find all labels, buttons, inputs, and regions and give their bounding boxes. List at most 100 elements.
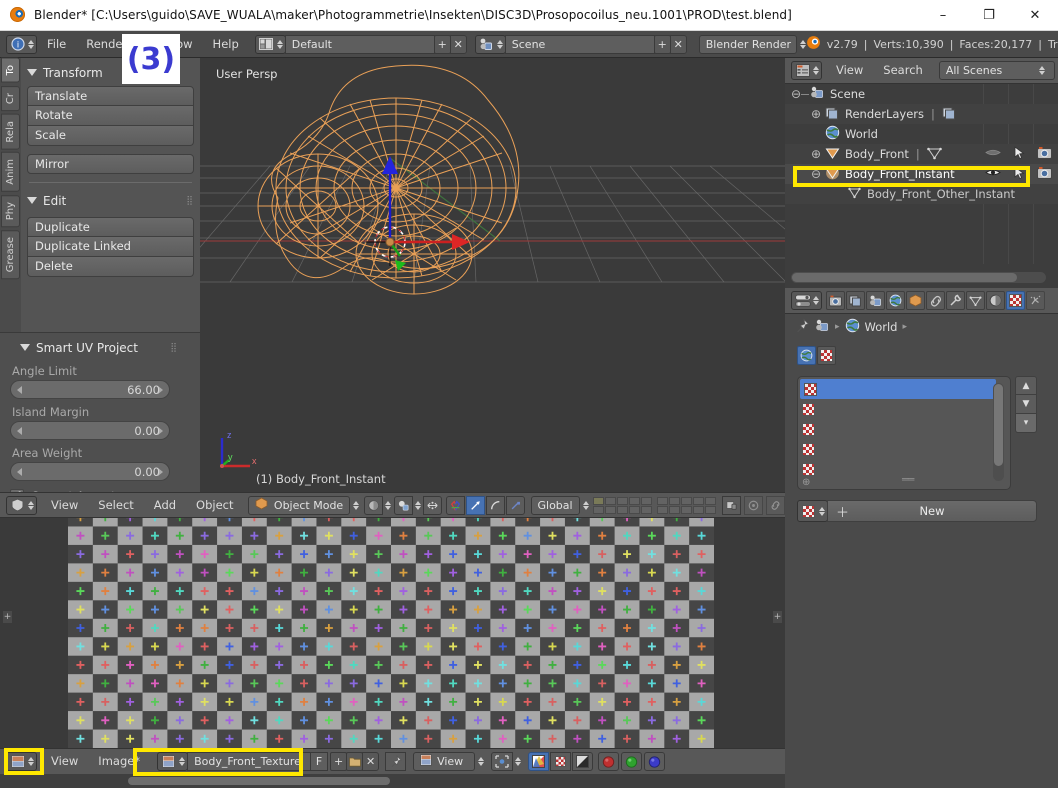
blue-channel-icon[interactable] (644, 752, 666, 771)
restrict-select-icon[interactable] (1014, 165, 1026, 183)
view3d-menu-object[interactable]: Object (186, 492, 243, 519)
render-engine-selector[interactable]: Blender Render (698, 34, 797, 54)
view3d-menu-add[interactable]: Add (144, 492, 186, 519)
display-zbuffer-icon[interactable] (572, 752, 594, 771)
outliner-editor-type-selector[interactable] (791, 61, 822, 80)
sidebar-item-relations[interactable]: Rela (1, 113, 20, 150)
brush-texture-context-icon[interactable] (817, 346, 836, 365)
restrict-view-icon[interactable] (985, 147, 1001, 161)
panel-header-edit[interactable]: Edit ⣿ (27, 190, 194, 211)
manipulator-rotate-icon[interactable] (485, 495, 505, 515)
screen-layout-spinner[interactable] (276, 39, 283, 49)
properties-editor-type-selector[interactable] (791, 291, 822, 310)
decrement-arrow-icon[interactable] (17, 385, 22, 394)
island-margin-slider[interactable]: 0.00 (10, 421, 170, 440)
outliner-display-mode-selector[interactable]: All Scenes (938, 61, 1055, 80)
view3d-menu-view[interactable]: View (41, 492, 88, 519)
viewport-shading-icon[interactable] (363, 495, 383, 515)
uv-image-editor[interactable]: + + (0, 518, 785, 748)
manipulator-translate-icon[interactable] (465, 495, 485, 515)
render-tab-icon[interactable] (826, 291, 845, 310)
mesh-data-icon[interactable] (926, 146, 942, 163)
collapse-toggle-icon[interactable]: ⊖ (791, 87, 801, 101)
object-data-tab-icon[interactable] (966, 291, 985, 310)
menu-file[interactable]: File (37, 31, 76, 58)
screen-layout-name[interactable]: Default (284, 34, 435, 54)
scene-browse[interactable] (474, 34, 506, 54)
mirror-button[interactable]: Mirror (27, 154, 194, 174)
sidebar-item-tools[interactable]: To (1, 58, 20, 83)
display-color-icon[interactable] (528, 752, 550, 771)
texture-slot-list[interactable]: ⊕ ══ (797, 376, 1011, 490)
view3d-menu-select[interactable]: Select (88, 492, 143, 519)
outliner-editor-spinner[interactable] (813, 66, 819, 75)
scale-button[interactable]: Scale (27, 126, 194, 146)
outliner-row-renderlayers[interactable]: ⊕ RenderLayers | (785, 104, 1058, 124)
list-resize-grip-icon[interactable]: ══ (902, 473, 914, 486)
rotate-button[interactable]: Rotate (27, 106, 194, 126)
screen-layout-browse[interactable] (254, 34, 286, 54)
move-slot-down-button[interactable]: ▼ (1015, 395, 1037, 414)
panel-header-smart-uv[interactable]: Smart UV Project ⣿ (10, 337, 192, 358)
uv-menu-image[interactable]: Image* (88, 748, 150, 775)
display-alpha-icon[interactable] (550, 752, 572, 771)
properties-editor-spinner[interactable] (813, 296, 819, 305)
image-browse-spinner[interactable] (179, 757, 186, 766)
delete-screen-layout-button[interactable]: ✕ (449, 34, 467, 54)
uv-menu-view[interactable]: View (41, 748, 88, 775)
maximize-button[interactable]: ❐ (966, 0, 1012, 31)
sidebar-item-animation[interactable]: Anim (1, 152, 20, 192)
transform-orientation-spinner[interactable] (582, 500, 589, 510)
delete-button[interactable]: Delete (27, 257, 194, 277)
add-texture-slot-icon[interactable]: ⊕ (802, 477, 810, 488)
texture-tab-icon[interactable] (1006, 291, 1025, 310)
outliner-menu-view[interactable]: View (826, 57, 873, 84)
view3d-editor-type-selector[interactable] (6, 495, 37, 515)
pin-icon[interactable] (795, 318, 810, 336)
duplicate-button[interactable]: Duplicate (27, 217, 194, 237)
green-channel-icon[interactable] (621, 752, 643, 771)
minimize-button[interactable]: – (920, 0, 966, 31)
image-browse-button[interactable] (157, 752, 189, 771)
transform-orientation-selector[interactable]: Global (530, 495, 580, 515)
restrict-view-icon[interactable] (985, 167, 1001, 181)
duplicate-linked-button[interactable]: Duplicate Linked (27, 237, 194, 257)
viewport-shading-spinner[interactable] (384, 500, 391, 510)
material-tab-icon[interactable] (986, 291, 1005, 310)
expand-toggle-icon[interactable]: ⊕ (811, 107, 821, 121)
outliner-row-world[interactable]: World (785, 124, 1058, 144)
increment-arrow-icon[interactable] (158, 426, 163, 435)
image-name-field[interactable]: Body_Front_Texture (187, 752, 312, 771)
scene-tab-icon[interactable] (866, 291, 885, 310)
texture-slot-2[interactable] (798, 419, 1010, 439)
uv-editor-type-selector[interactable] (6, 752, 37, 771)
red-channel-icon[interactable] (598, 752, 620, 771)
sidebar-item-create[interactable]: Cr (1, 85, 20, 111)
lock-to-scene-icon[interactable] (721, 495, 741, 515)
pivot-point-icon[interactable] (393, 495, 413, 515)
modifiers-tab-icon[interactable] (946, 291, 965, 310)
open-image-button[interactable] (346, 752, 364, 771)
view3d-editor-spinner[interactable] (28, 500, 34, 510)
scene-spinner[interactable] (496, 39, 503, 49)
fake-user-toggle[interactable]: F (310, 752, 329, 771)
close-button[interactable]: ✕ (1012, 0, 1058, 31)
properties-editor[interactable]: ▸ World ▸ ⊕ ══ ▲ ▼ ▾ ＋ New (785, 288, 1058, 788)
delete-scene-button[interactable]: ✕ (669, 34, 687, 54)
pin-icon[interactable] (385, 752, 407, 771)
area-weight-slider[interactable]: 0.00 (10, 462, 170, 481)
unlink-image-button[interactable]: ✕ (362, 752, 380, 771)
scene-layers-widget[interactable] (592, 496, 716, 514)
image-view-mode-spinner[interactable] (478, 757, 485, 766)
add-screen-layout-button[interactable]: + (433, 34, 451, 54)
outliner-row-body-front[interactable]: ⊕ Body_Front | (785, 144, 1058, 164)
add-scene-button[interactable]: + (653, 34, 671, 54)
outliner-row-body-front-instant[interactable]: ⊖ Body_Front_Instant (785, 164, 1058, 184)
browse-texture-button[interactable] (797, 500, 828, 522)
translate-button[interactable]: Translate (27, 86, 194, 106)
decrement-arrow-icon[interactable] (17, 426, 22, 435)
texture-slot-3[interactable] (798, 439, 1010, 459)
snap-magnet-icon[interactable] (445, 495, 465, 515)
increment-arrow-icon[interactable] (158, 385, 163, 394)
decrement-arrow-icon[interactable] (17, 467, 22, 476)
